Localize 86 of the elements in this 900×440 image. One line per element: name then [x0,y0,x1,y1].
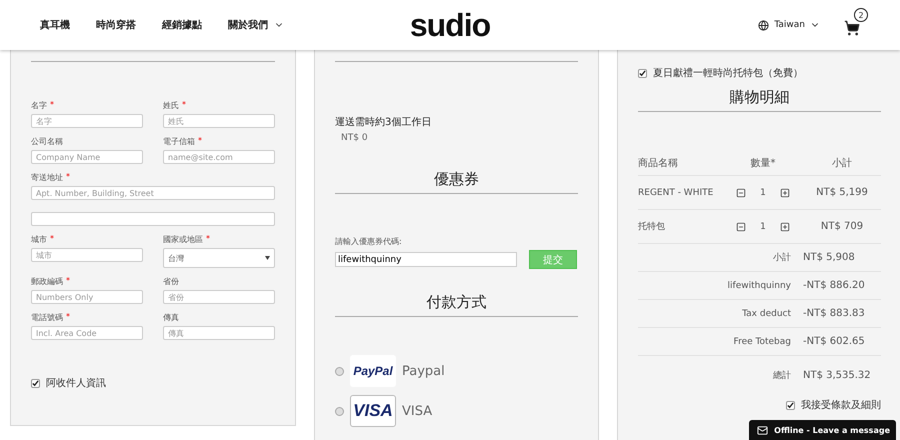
column-header: 小計 [831,156,853,170]
total-value: NT$ 5,908 [803,252,856,263]
required-mark: * [66,312,70,321]
mail-icon [757,424,768,436]
shipping-price: NT$ 0 [340,133,369,143]
field-label: 郵政編碼 [31,276,63,287]
product-name: REGENT - WHITE [638,188,714,198]
total-label: lifewithquinny [726,280,791,290]
total-label: 小計 [772,252,791,264]
payment-logo: PayPal [350,355,396,387]
field-label: 名字 [31,100,47,111]
checkbox-label: 夏日獻禮一輕時尚托特包（免費） [653,66,803,80]
required-mark: * [206,234,210,243]
cart-button[interactable] [844,20,860,36]
input-field[interactable]: Numbers Only [31,290,143,304]
radio-button[interactable] [335,366,344,376]
quantity: 1 [760,222,766,232]
total-value: -NT$ 883.83 [803,308,866,319]
input-field[interactable]: name@site.com [163,150,275,164]
plus-button[interactable] [780,222,790,232]
input-field[interactable] [31,212,275,226]
field-label: 姓氏 [163,100,179,111]
input-field[interactable]: 姓氏 [163,114,275,128]
total-value: NT$ 3,535.32 [803,370,872,380]
checkbox-label: 阿收件人資訊 [46,376,106,390]
payment-label: VISA [402,404,432,418]
minus-button[interactable] [736,188,746,198]
column-header: 數量* [750,156,776,170]
region-selector[interactable]: Taiwan [758,20,820,30]
field-label: 公司名稱 [31,136,63,147]
required-mark: * [66,172,70,181]
subtotal: NT$ 5,199 [815,187,869,198]
checkbox-label: 我接受條款及細則 [801,398,881,412]
total-value: -NT$ 602.65 [803,336,866,347]
field-label: 電子信箱 [163,136,195,147]
quantity: 1 [760,188,766,198]
input-field[interactable]: 傳真 [163,326,275,340]
field-label: 國家或地區 [163,234,203,245]
required-mark: * [50,100,54,109]
input-field[interactable]: 城市 [31,248,143,262]
section-heading: 付款方式 [335,293,578,317]
nav-link[interactable]: 真耳機 [40,18,70,32]
section-heading: 購物明細 [638,88,881,112]
required-mark: * [50,234,54,243]
total-value: -NT$ 886.20 [803,280,866,291]
field-label: 電話號碼 [31,312,63,323]
radio-button[interactable] [335,406,344,416]
input-field[interactable]: Incl. Area Code [31,326,143,340]
field-label: 寄送地址 [31,172,63,183]
country-select[interactable]: 台灣 [163,248,275,268]
coupon-field[interactable]: lifewithquinny [335,252,517,267]
required-mark: * [198,136,202,145]
subtotal: NT$ 709 [820,221,864,232]
caret-icon [265,256,270,260]
section-heading: 優惠券 [335,170,578,194]
checkbox[interactable] [638,68,647,78]
input-field[interactable]: Company Name [31,150,143,164]
payment-logo: VISA [350,395,396,427]
field-label: 傳真 [163,312,179,323]
input-field[interactable]: 省份 [163,290,275,304]
logo[interactable]: sudio [410,6,490,44]
coupon-label: 請輸入優惠券代碼: [335,236,403,247]
cart-icon [844,20,860,36]
input-field[interactable]: Apt. Number, Building, Street [31,186,275,200]
checkbox[interactable] [31,378,40,388]
checkbox[interactable] [786,400,795,410]
shipping-note: 運送需時約3個工作日 [335,116,432,129]
cart-count-badge: 2 [854,8,868,22]
column-header: 商品名稱 [638,156,679,170]
field-label: 城市 [31,234,47,245]
required-mark: * [182,100,186,109]
chat-button[interactable]: Offline - Leave a message [749,420,896,440]
globe-icon [758,20,770,30]
total-label: Tax deduct [741,308,791,318]
nav-link[interactable]: 經銷據點 [162,18,202,32]
total-label: 總計 [772,370,791,382]
nav-link[interactable]: 時尚穿搭 [96,18,136,32]
total-label: Free Totebag [732,336,791,346]
field-label: 省份 [163,276,179,287]
nav-link[interactable]: 關於我們 [228,18,268,32]
payment-label: Paypal [402,364,445,378]
product-name: 托特包 [638,220,666,233]
plus-button[interactable] [780,188,790,198]
required-mark: * [66,276,70,285]
input-field[interactable]: 名字 [31,114,143,128]
minus-button[interactable] [736,222,746,232]
